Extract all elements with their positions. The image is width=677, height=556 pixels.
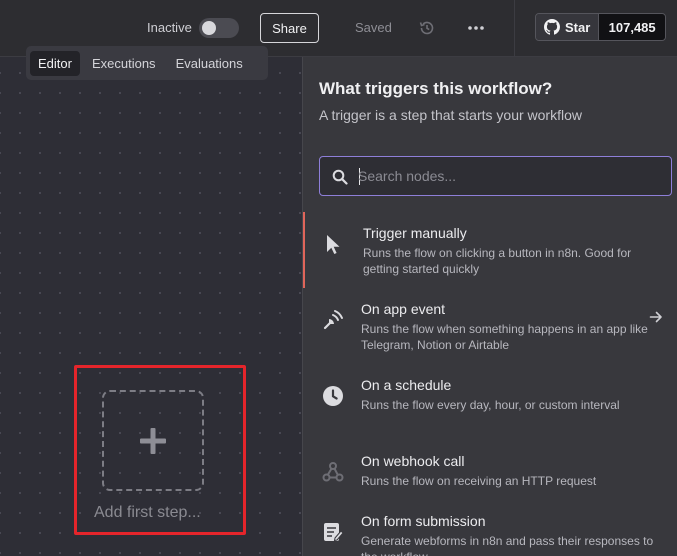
- trigger-name: On app event: [361, 301, 446, 317]
- trigger-name: Trigger manually: [363, 225, 467, 241]
- search-icon: [332, 169, 348, 185]
- trigger-item-webhook[interactable]: On webhook call Runs the flow on receivi…: [303, 440, 677, 500]
- trigger-panel: What triggers this workflow? A trigger i…: [302, 57, 677, 556]
- trigger-item-schedule[interactable]: On a schedule Runs the flow every day, h…: [303, 364, 677, 440]
- github-icon: [544, 19, 560, 35]
- view-tabs: Editor Executions Evaluations: [26, 46, 268, 80]
- tab-executions[interactable]: Executions: [84, 51, 164, 76]
- clock-icon: [323, 386, 343, 406]
- trigger-description: Runs the flow every day, hour, or custom…: [361, 398, 620, 412]
- panel-subtitle: A trigger is a step that starts your wor…: [319, 107, 582, 123]
- saved-status: Saved: [355, 20, 392, 35]
- history-icon[interactable]: [418, 19, 436, 37]
- trigger-list: Trigger manually Runs the flow on clicki…: [303, 212, 677, 556]
- workflow-status-label: Inactive: [147, 20, 192, 35]
- trigger-name: On webhook call: [361, 453, 465, 469]
- trigger-description: Generate webforms in n8n and pass their …: [361, 534, 654, 556]
- share-button[interactable]: Share: [260, 13, 319, 43]
- trigger-item-form[interactable]: On form submission Generate webforms in …: [303, 500, 677, 556]
- github-star-count[interactable]: 107,485: [599, 14, 665, 40]
- github-star-button[interactable]: Star 107,485: [535, 13, 666, 41]
- trigger-name: On form submission: [361, 513, 486, 529]
- toggle-knob: [202, 21, 216, 35]
- active-toggle[interactable]: [199, 18, 239, 38]
- add-first-step-label: Add first step...: [94, 504, 201, 521]
- more-options-icon[interactable]: [466, 19, 486, 37]
- trigger-item-manual[interactable]: Trigger manually Runs the flow on clicki…: [303, 212, 677, 288]
- header-divider: [514, 0, 515, 57]
- trigger-name: On a schedule: [361, 377, 452, 393]
- trigger-description: Runs the flow on clicking a button in n8…: [363, 246, 632, 276]
- webhook-icon: [322, 462, 344, 482]
- tab-editor[interactable]: Editor: [30, 50, 80, 76]
- trigger-item-app-event[interactable]: On app event Runs the flow when somethin…: [303, 288, 677, 364]
- trigger-description: Runs the flow on receiving an HTTP reque…: [361, 474, 597, 488]
- search-input[interactable]: [358, 165, 658, 187]
- panel-title: What triggers this workflow?: [319, 79, 553, 98]
- search-nodes-field[interactable]: [319, 156, 672, 196]
- cursor-icon: [327, 235, 340, 254]
- trigger-description: Runs the flow when something happens in …: [361, 322, 648, 352]
- github-star-label: Star: [565, 19, 591, 35]
- tab-evaluations[interactable]: Evaluations: [168, 51, 251, 76]
- form-icon: [324, 523, 344, 542]
- arrow-right-icon: [649, 311, 662, 323]
- app-event-icon: [323, 310, 343, 330]
- plus-icon: [140, 427, 166, 454]
- github-star[interactable]: Star: [536, 14, 600, 40]
- add-first-step-button[interactable]: [102, 390, 204, 491]
